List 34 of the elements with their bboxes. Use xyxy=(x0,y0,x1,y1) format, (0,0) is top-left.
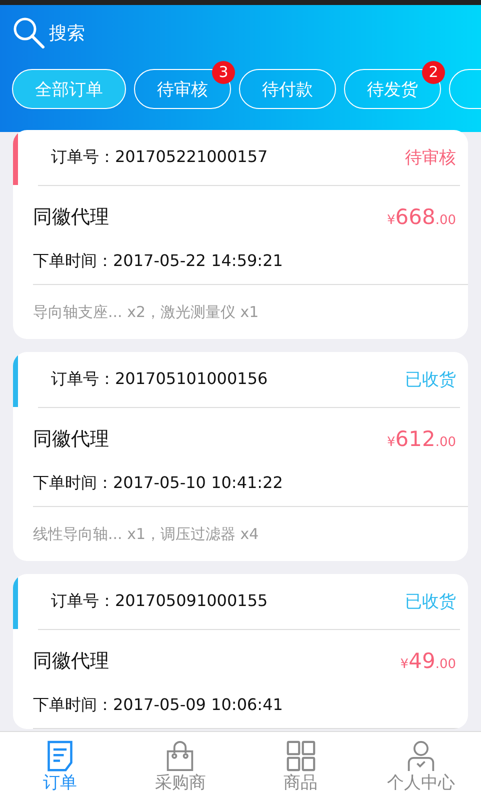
filter-tab[interactable]: 待付款 xyxy=(239,69,336,109)
nav-tab[interactable]: 采购商 xyxy=(120,732,240,801)
customer-name: 同徽代理 xyxy=(33,649,109,674)
nav-tab[interactable]: 订单 xyxy=(0,732,120,801)
order-items: 导向轴支座... x2，激光测量仪 x1 xyxy=(33,302,259,322)
order-number: 订单号：201705221000157 xyxy=(51,147,268,168)
search-label[interactable]: 搜索 xyxy=(49,21,85,45)
person-icon xyxy=(406,740,436,772)
order-status: 已收货 xyxy=(405,369,456,391)
order-price: ¥612.00 xyxy=(386,427,456,451)
order-card[interactable]: 订单号：201705221000157 待审核 同徽代理 ¥668.00 下单时间：2017-05-22 14:59:21 导向轴支座... x2，激光测量仪 x1 xyxy=(13,130,468,339)
nav-tab[interactable]: 个人中心 xyxy=(360,732,481,801)
document-icon xyxy=(45,740,76,772)
customer-name: 同徽代理 xyxy=(33,427,109,452)
order-time: 下单时间：2017-05-22 14:59:21 xyxy=(33,250,283,272)
nav-tab[interactable]: 商品 xyxy=(240,732,361,801)
grid-icon xyxy=(286,740,316,772)
order-price: ¥668.00 xyxy=(386,205,456,229)
order-number: 订单号：201705091000155 xyxy=(51,591,268,612)
search-icon[interactable] xyxy=(12,16,46,50)
order-card[interactable]: 订单号：201705091000155 已收货 同徽代理 ¥49.00 下单时间：2017-05-09 10:06:41 xyxy=(13,574,468,729)
order-status: 已收货 xyxy=(405,591,456,613)
order-status: 待审核 xyxy=(405,147,456,169)
order-card[interactable]: 订单号：201705101000156 已收货 同徽代理 ¥612.00 下单时间：2017-05-10 10:41:22 线性导向轴... x1，调压过滤器 x4 xyxy=(13,352,468,561)
order-items: 线性导向轴... x1，调压过滤器 x4 xyxy=(33,524,259,544)
order-number: 订单号：201705101000156 xyxy=(51,369,268,390)
filter-tab[interactable]: 全部订单 xyxy=(12,69,126,109)
customer-name: 同徽代理 xyxy=(33,205,109,230)
count-badge: 2 xyxy=(422,61,445,84)
order-time: 下单时间：2017-05-09 10:06:41 xyxy=(33,694,283,716)
bag-icon xyxy=(165,740,196,772)
count-badge: 3 xyxy=(212,61,235,84)
order-price: ¥49.00 xyxy=(400,649,456,673)
order-time: 下单时间：2017-05-10 10:41:22 xyxy=(33,472,283,494)
